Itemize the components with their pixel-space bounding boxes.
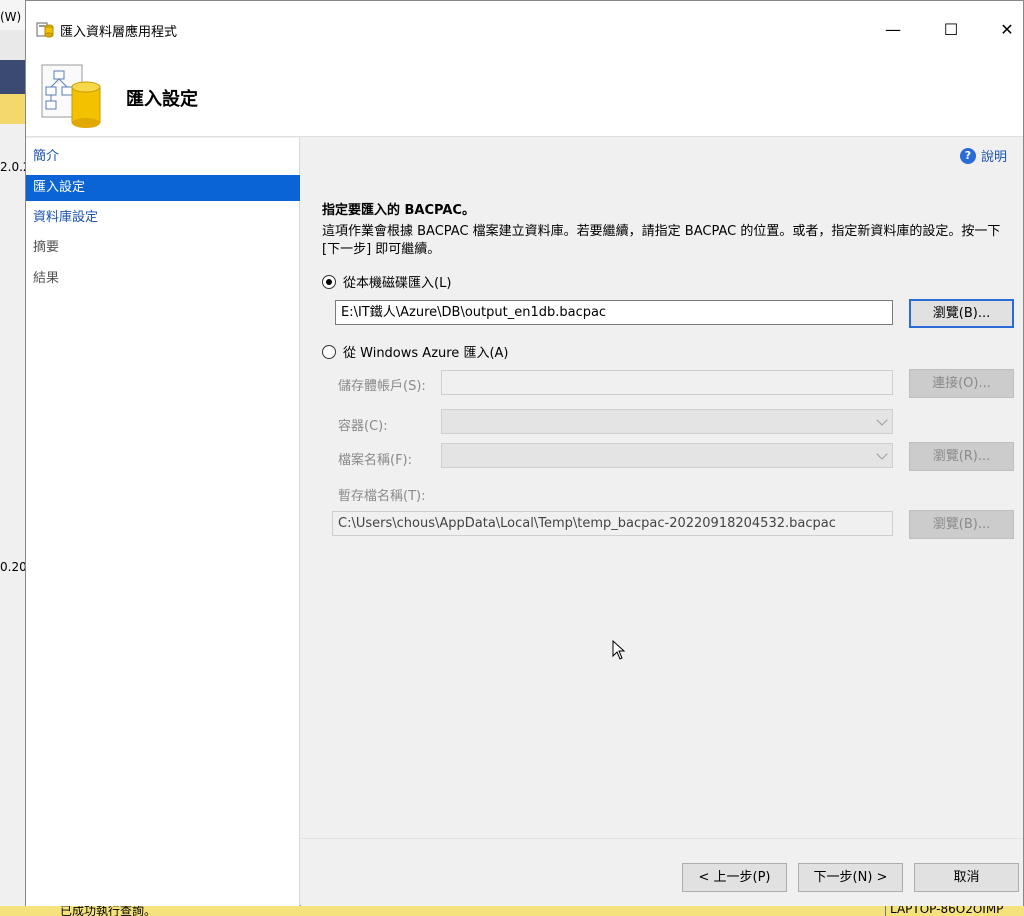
container-select[interactable] xyxy=(441,409,893,434)
local-disk-label: 從本機磁碟匯入(L) xyxy=(343,276,452,291)
background-tab-bar xyxy=(0,60,25,94)
azure-option[interactable]: 從 Windows Azure 匯入(A) xyxy=(322,342,508,361)
file-name-label: 檔案名稱(F): xyxy=(338,453,413,468)
section-description: 這項作業會根據 BACPAC 檔案建立資料庫。若要繼續，請指定 BACPAC 的… xyxy=(322,224,1001,257)
window-title: 匯入資料層應用程式 xyxy=(60,25,178,40)
nav-item-summary: 摘要 xyxy=(33,240,60,255)
wizard-header: 匯入設定 xyxy=(26,57,1023,137)
mouse-cursor-icon xyxy=(612,640,626,660)
azure-label: 從 Windows Azure 匯入(A) xyxy=(343,346,509,361)
help-label: 說明 xyxy=(980,150,1007,165)
azure-radio[interactable] xyxy=(322,344,336,359)
close-button[interactable]: ✕ xyxy=(984,17,1024,43)
background-pin-bar xyxy=(0,94,25,124)
wizard-footer: < 上一步(P) 下一步(N) > 取消 xyxy=(301,838,1023,906)
help-icon: ? xyxy=(959,147,976,164)
minimize-button[interactable]: — xyxy=(870,17,916,43)
background-text-1: 2.0.2 xyxy=(0,160,25,174)
import-dialog: 匯入資料層應用程式 — ☐ ✕ 匯入設定 簡介 匯入設定 資料庫設定 摘要 結果 xyxy=(25,0,1024,906)
cancel-button[interactable]: 取消 xyxy=(914,863,1019,892)
browse-temp-button[interactable]: 瀏覽(B)... xyxy=(909,510,1014,539)
background-menu-strip: (W) xyxy=(0,0,25,30)
app-icon xyxy=(36,22,54,38)
help-link[interactable]: ? 說明 xyxy=(959,146,1007,165)
browse-local-button[interactable]: 瀏覽(B)... xyxy=(909,299,1014,328)
nav-item-results: 結果 xyxy=(33,271,60,286)
back-button[interactable]: < 上一步(P) xyxy=(682,863,787,892)
background-machine-name: LAPTOP-86O2OIMP xyxy=(885,906,1003,916)
background-status-bar: 已成功執行查詢。 LAPTOP-86O2OIMP xyxy=(0,906,1024,916)
chevron-down-icon xyxy=(876,448,888,460)
storage-account-input[interactable] xyxy=(441,370,893,395)
background-toolbar xyxy=(0,30,25,60)
temp-path-input[interactable]: C:\Users\chous\AppData\Local\Temp\temp_b… xyxy=(332,511,893,536)
storage-account-label: 儲存體帳戶(S): xyxy=(338,379,426,394)
container-label: 容器(C): xyxy=(338,419,388,434)
nav-item-import-settings[interactable]: 匯入設定 xyxy=(26,175,300,201)
file-name-select[interactable] xyxy=(441,443,893,468)
background-text-2: 0.20 xyxy=(0,560,25,574)
local-path-input[interactable]: E:\IT鐵人\Azure\DB\output_en1db.bacpac xyxy=(335,300,893,325)
local-disk-radio[interactable] xyxy=(322,274,336,289)
connect-button[interactable]: 連接(O)... xyxy=(909,369,1014,398)
page-title: 匯入設定 xyxy=(126,89,198,110)
nav-item-introduction[interactable]: 簡介 xyxy=(26,144,300,170)
background-menu-text: (W) xyxy=(0,10,22,24)
import-database-icon xyxy=(41,64,101,128)
section-title: 指定要匯入的 BACPAC。 xyxy=(322,203,475,218)
local-disk-option[interactable]: 從本機磁碟匯入(L) xyxy=(322,272,451,291)
nav-item-database-settings[interactable]: 資料庫設定 xyxy=(26,205,300,231)
chevron-down-icon xyxy=(876,414,888,426)
title-bar: 匯入資料層應用程式 — ☐ ✕ xyxy=(26,1,1023,57)
import-settings-panel: ? 說明 指定要匯入的 BACPAC。 這項作業會根據 BACPAC 檔案建立資… xyxy=(301,138,1023,838)
temp-file-label: 暫存檔名稱(T): xyxy=(338,489,426,504)
background-status-text: 已成功執行查詢。 xyxy=(60,906,157,916)
wizard-nav: 簡介 匯入設定 資料庫設定 摘要 結果 xyxy=(26,138,300,906)
background-app: (W) 2.0.2 0.20 xyxy=(0,0,25,916)
maximize-button[interactable]: ☐ xyxy=(928,17,974,43)
browse-remote-button[interactable]: 瀏覽(R)... xyxy=(909,442,1014,471)
next-button[interactable]: 下一步(N) > xyxy=(798,863,903,892)
